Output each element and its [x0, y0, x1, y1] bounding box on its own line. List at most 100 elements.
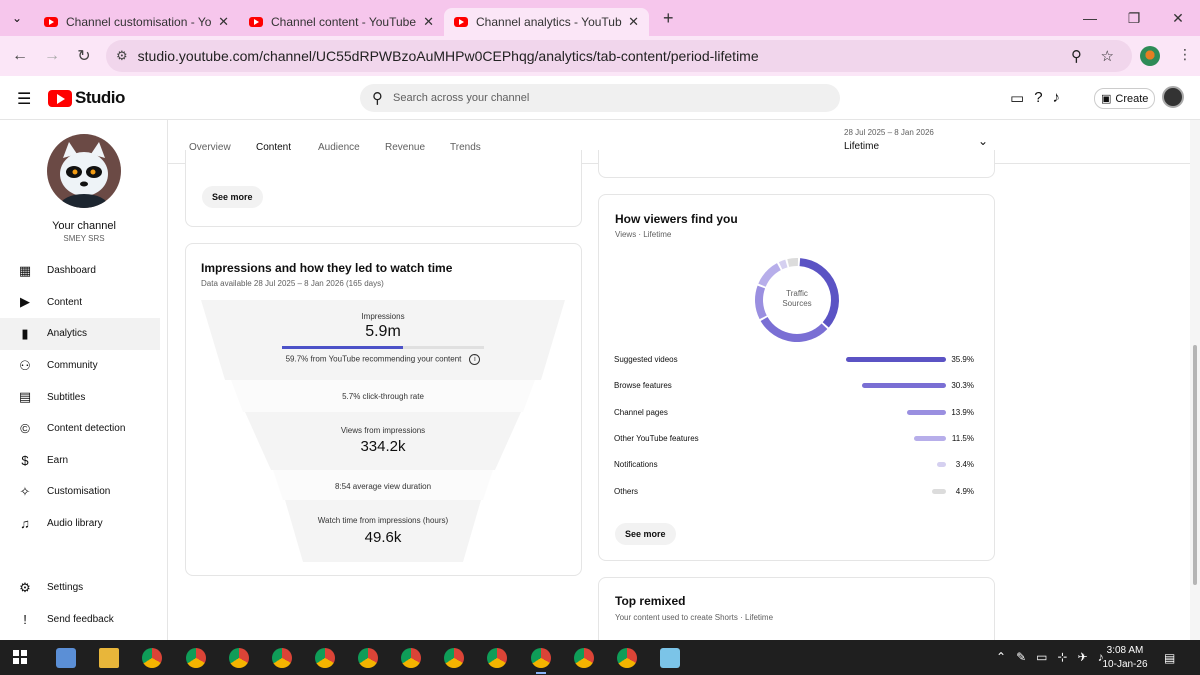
see-more-button[interactable]: See more [615, 523, 676, 545]
site-info-icon[interactable]: ⚙ [116, 48, 128, 64]
sidebar: Your channel SMEY SRS ▦ Dashboard ▶ Content… [0, 120, 168, 640]
file-explorer-icon[interactable] [99, 648, 119, 668]
video-camera-icon: ▣ [1101, 93, 1112, 105]
channel-handle: SMEY SRS [63, 234, 105, 243]
calculator-app-icon[interactable] [56, 648, 76, 668]
chrome-profile-icon[interactable] [401, 648, 421, 668]
content-detection-icon: © [20, 421, 30, 437]
account-avatar[interactable] [1162, 86, 1184, 108]
browser-profile-avatar[interactable] [1140, 46, 1160, 66]
sidebar-item-audio-library[interactable]: ♫ Audio library [0, 508, 168, 540]
tab-search-chevron-icon[interactable]: ⌄ [0, 0, 34, 36]
see-more-button[interactable]: See more [202, 186, 263, 208]
scrollbar-thumb[interactable] [1193, 345, 1197, 585]
chrome-profile-icon[interactable] [229, 648, 249, 668]
show-hidden-icons-icon[interactable]: ⌃ [996, 650, 1006, 664]
chrome-app-icon[interactable] [142, 648, 162, 668]
recommendation-text-row: 59.7% from YouTube recommending your con… [201, 354, 565, 365]
sidebar-item-analytics[interactable]: ▮ Analytics [0, 318, 160, 350]
sidebar-item-content-detection[interactable]: © Content detection [0, 413, 168, 445]
tab-title: Channel customisation - YouTube Studio [66, 15, 212, 29]
period-range[interactable]: 28 Jul 2025 – 8 Jan 2026 [844, 128, 934, 137]
close-tab-icon[interactable]: ✕ [218, 14, 229, 30]
donut-label-sources: Sources [782, 299, 812, 308]
logo-text: Studio [75, 88, 125, 107]
sidebar-item-community[interactable]: ⚇ Community [0, 350, 168, 382]
chrome-profile-icon[interactable] [487, 648, 507, 668]
chrome-profile-icon[interactable] [617, 648, 637, 668]
new-tab-icon[interactable]: + [663, 8, 674, 29]
chrome-profile-icon[interactable] [315, 648, 335, 668]
studio-logo[interactable]: Studio [48, 88, 125, 108]
notifications-bell-icon[interactable]: ♪ [1053, 89, 1061, 107]
card-title: How viewers find you [615, 212, 738, 226]
sidebar-item-dashboard[interactable]: ▦ Dashboard [0, 255, 168, 287]
chrome-profile-icon[interactable] [574, 648, 594, 668]
help-icon[interactable]: ? [1034, 89, 1042, 107]
close-tab-icon[interactable]: ✕ [423, 14, 434, 30]
zoom-icon[interactable]: ⚲ [1071, 47, 1082, 65]
back-icon[interactable]: ← [4, 47, 36, 65]
sidebar-nav: ▦ Dashboard ▶ Content ▮ Analytics ⚇ Community ▤ S… [0, 255, 168, 539]
forward-icon[interactable]: → [36, 47, 68, 65]
traffic-sources-card: How viewers find you Views · Lifetime Tr… [598, 194, 995, 561]
views-value: 334.2k [360, 438, 406, 455]
chrome-profile-icon[interactable] [358, 648, 378, 668]
avd-text: 8:54 average view duration [334, 482, 432, 491]
chrome-active-profile-icon[interactable] [531, 648, 551, 668]
sidebar-item-label: Content [47, 296, 83, 308]
restore-icon[interactable]: ❐ [1112, 10, 1156, 27]
browser-menu-icon[interactable]: ⋮ [1178, 46, 1192, 63]
traffic-row: Notifications 3.4% [614, 458, 978, 472]
minimize-icon[interactable]: — [1068, 10, 1112, 26]
url-field[interactable]: ⚙ studio.youtube.com/channel/UC55dRPWBzo… [106, 40, 1132, 72]
recommendation-text: 59.7% from YouTube recommending your con… [285, 354, 462, 364]
traffic-source-percent: 11.5% [951, 433, 974, 443]
close-window-icon[interactable]: ✕ [1156, 10, 1200, 27]
sidebar-item-customisation[interactable]: ✧ Customisation [0, 476, 168, 508]
reload-icon[interactable]: ↻ [68, 46, 100, 66]
create-button[interactable]: ▣ Create [1094, 88, 1156, 109]
network-icon[interactable]: ⊹ [1057, 650, 1067, 664]
chevron-down-icon[interactable]: ⌄ [978, 134, 988, 148]
browser-tab-customisation[interactable]: Channel customisation - YouTube Studio ✕ [34, 8, 239, 36]
chrome-profile-icon[interactable] [186, 648, 206, 668]
sidebar-item-settings[interactable]: ⚙ Settings [0, 572, 168, 604]
donut-label-traffic: Traffic [786, 289, 808, 298]
channel-label: Your channel [52, 220, 116, 232]
bookmark-star-icon[interactable]: ☆ [1101, 47, 1114, 65]
pen-icon[interactable]: ✎ [1016, 650, 1026, 664]
earn-icon: $ [21, 452, 29, 468]
traffic-source-percent: 4.9% [955, 486, 974, 496]
chrome-profile-icon[interactable] [272, 648, 292, 668]
close-tab-icon[interactable]: ✕ [628, 14, 639, 30]
traffic-source-percent: 35.9% [951, 355, 974, 364]
hamburger-menu-icon[interactable]: ☰ [17, 89, 31, 109]
sidebar-item-send-feedback[interactable]: ! Send feedback [0, 604, 168, 636]
taskbar-clock[interactable]: 3:08 AM 10-Jan-26 [1100, 644, 1150, 672]
messages-icon[interactable]: ▭ [1010, 89, 1024, 107]
traffic-source-bar [846, 357, 946, 362]
page-scrollbar[interactable] [1190, 120, 1200, 640]
windows-start-icon[interactable] [13, 650, 27, 664]
channel-avatar[interactable] [47, 134, 121, 208]
browser-tab-analytics[interactable]: Channel analytics - YouTube Studio ✕ [444, 8, 649, 36]
community-icon: ⚇ [19, 357, 31, 373]
notepad-app-icon[interactable] [660, 648, 680, 668]
battery-icon[interactable]: ▭ [1036, 650, 1047, 664]
airplane-mode-icon[interactable]: ✈ [1078, 650, 1088, 664]
sidebar-item-content[interactable]: ▶ Content [0, 287, 168, 319]
sidebar-item-earn[interactable]: $ Earn [0, 445, 168, 477]
search-input[interactable]: ⚲ Search across your channel [360, 84, 840, 112]
chrome-profile-icon[interactable] [444, 648, 464, 668]
info-icon[interactable]: i [469, 354, 481, 365]
sidebar-item-label: Audio library [47, 518, 103, 530]
clock-date: 10-Jan-26 [1102, 659, 1148, 670]
create-label: Create [1115, 92, 1149, 105]
panda-avatar-icon [60, 142, 108, 208]
traffic-source-bar [913, 435, 946, 441]
notification-center-icon[interactable]: ▤ [1164, 651, 1175, 665]
search-placeholder: Search across your channel [393, 92, 530, 104]
browser-tab-content[interactable]: Channel content - YouTube Studio ✕ [239, 8, 444, 36]
sidebar-item-subtitles[interactable]: ▤ Subtitles [0, 381, 168, 413]
